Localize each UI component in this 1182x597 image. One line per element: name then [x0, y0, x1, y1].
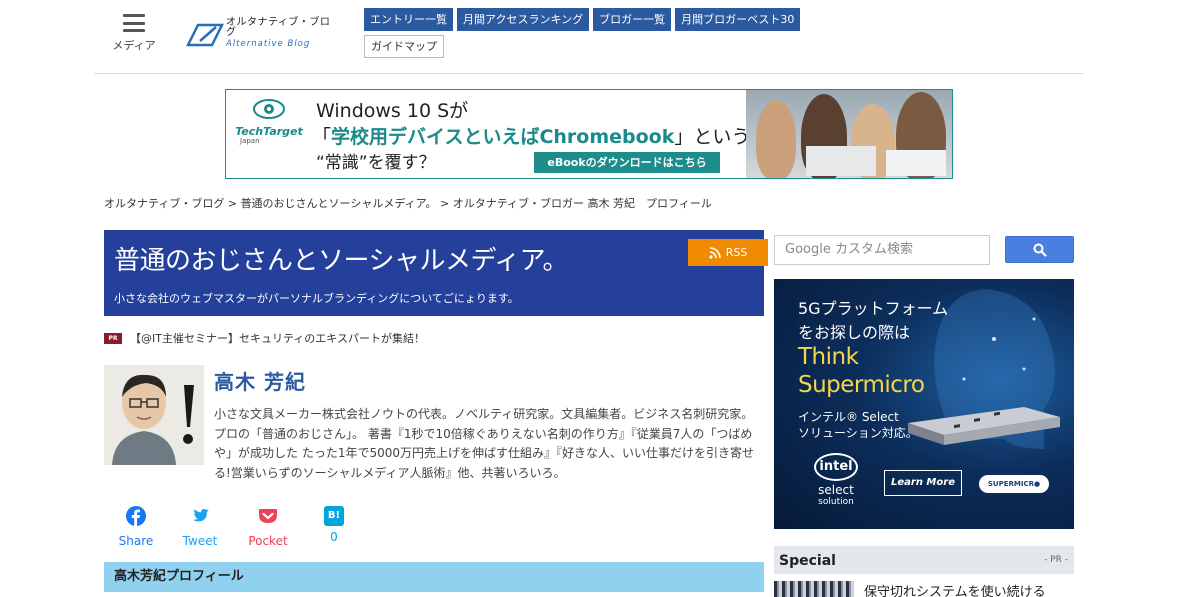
techtarget-name: TechTarget	[235, 125, 303, 138]
eye-icon	[253, 99, 285, 119]
special-thumbnail[interactable]	[774, 581, 854, 597]
facebook-share-button[interactable]: Share	[106, 506, 166, 548]
rss-button[interactable]: RSS	[688, 239, 768, 266]
facebook-icon	[126, 506, 146, 526]
blog-title[interactable]: 普通のおじさんとソーシャルメディア。	[114, 240, 569, 277]
hatena-count: 0	[330, 530, 338, 544]
search-icon	[1033, 243, 1047, 257]
nav-monthly-access-ranking[interactable]: 月間アクセスランキング	[457, 8, 590, 31]
breadcrumb-current: オルタナティブ・ブロガー 高木 芳紀 プロフィール	[452, 197, 712, 210]
banner-cta-button[interactable]: eBookのダウンロードはこちら	[534, 152, 720, 173]
twitter-icon	[193, 509, 209, 522]
nav-blogger-list[interactable]: ブロガー一覧	[593, 8, 672, 31]
ad-line1: 5Gプラットフォーム	[798, 299, 949, 318]
ad-think: Think Supermicro	[798, 343, 925, 399]
twitter-share-label: Tweet	[182, 534, 218, 548]
breadcrumb-blog[interactable]: 普通のおじさんとソーシャルメディア。	[241, 197, 437, 210]
banner-photo	[746, 90, 952, 178]
banner-line2-open: 「	[312, 126, 332, 148]
server-icon	[908, 407, 1060, 445]
blog-description: 小さな会社のウェブマスターがパーソナルブランディングについてごにょります。	[114, 292, 519, 305]
logo-icon	[186, 23, 224, 47]
banner-line2-highlight: 学校用デバイスといえばChromebook	[331, 126, 675, 148]
rss-label: RSS	[725, 246, 748, 259]
intel-logo: intel select solution	[810, 453, 862, 507]
banner-line2-close: 」という	[674, 126, 751, 148]
special-item-link[interactable]: 保守切れシステムを使い続ける	[864, 581, 1046, 597]
search-button[interactable]	[1005, 236, 1074, 263]
hatena-bookmark-button[interactable]: B! 0	[304, 506, 364, 544]
hatena-icon: B!	[324, 506, 344, 526]
techtarget-sub: Japan	[240, 137, 260, 145]
intel-select: select	[818, 483, 854, 497]
logo-text-ja: オルタナティブ・ブログ	[226, 16, 331, 38]
breadcrumb: オルタナティブ・ブログ > 普通のおじさんとソーシャルメディア。 > オルタナテ…	[104, 195, 712, 211]
author-avatar	[104, 365, 204, 465]
nav-entry-list[interactable]: エントリー一覧	[364, 8, 453, 31]
search-input[interactable]: Google カスタム検索	[774, 235, 990, 265]
media-menu-button[interactable]: メディア	[108, 14, 160, 53]
special-title: Special	[779, 553, 836, 569]
intel-solution: solution	[818, 497, 854, 507]
logo-text-en: Alternative Blog	[226, 38, 311, 49]
ad-line2: をお探しの際は	[798, 323, 911, 342]
supermicro-logo: SUPERMICR●	[979, 475, 1049, 493]
pr-line: PR 【@IT主催セミナー】セキュリティのエキスパートが集結！	[104, 330, 425, 346]
twitter-share-button[interactable]: Tweet	[170, 506, 230, 548]
pocket-icon	[259, 509, 277, 523]
pr-link[interactable]: 【@IT主催セミナー】セキュリティのエキスパートが集結！	[130, 330, 425, 346]
global-nav-row2: ガイドマップ	[364, 35, 444, 58]
intel-mark: intel	[814, 453, 858, 481]
sidebar-ad[interactable]: 5Gプラットフォーム をお探しの際は Think Supermicro インテル®…	[774, 279, 1074, 529]
banner-line3: “常識”を覆す？	[316, 153, 436, 173]
avatar-image	[104, 365, 204, 465]
ad-think-1: Think	[798, 344, 859, 370]
pr-badge: PR	[104, 332, 122, 344]
special-pr-label: - PR -	[1044, 555, 1068, 565]
facebook-share-label: Share	[118, 534, 154, 548]
breadcrumb-separator: >	[227, 197, 238, 210]
site-logo[interactable]: オルタナティブ・ブログ Alternative Blog	[186, 16, 336, 49]
author-bio: 小さな文具メーカー株式会社ノウトの代表。ノベルティ研究家。文具編集者。ビジネス名…	[214, 407, 754, 480]
breadcrumb-separator: >	[439, 197, 450, 210]
special-section-header: Special - PR -	[774, 546, 1074, 574]
blog-header: 普通のおじさんとソーシャルメディア。 小さな会社のウェブマスターがパーソナルブラ…	[104, 230, 768, 316]
pocket-share-label: Pocket	[248, 534, 288, 548]
ad-sub1: インテル® Select	[798, 410, 899, 424]
menu-label: メディア	[112, 39, 156, 52]
profile-section-heading: 高木芳紀プロフィール	[104, 562, 764, 592]
techtarget-logo: TechTarget Japan	[234, 98, 304, 145]
banner-line1: Windows 10 Sが	[316, 100, 469, 122]
header-divider	[94, 73, 1084, 74]
author-name: 高木 芳紀	[214, 370, 306, 394]
banner-line2: 「学校用デバイスといえばChromebook」という	[312, 122, 750, 149]
ad-think-2: Supermicro	[798, 372, 925, 398]
nav-monthly-blogger-best30[interactable]: 月間ブロガーベスト30	[675, 8, 801, 31]
pocket-share-button[interactable]: Pocket	[238, 506, 298, 548]
ad-sub2: ソリューション対応。	[798, 426, 918, 440]
global-nav: エントリー一覧 月間アクセスランキング ブロガー一覧 月間ブロガーベスト30	[364, 8, 801, 31]
breadcrumb-home[interactable]: オルタナティブ・ブログ	[104, 197, 224, 210]
nav-guide-map[interactable]: ガイドマップ	[364, 35, 444, 58]
hamburger-icon	[123, 14, 145, 32]
rss-icon	[709, 246, 721, 259]
banner-ad[interactable]: TechTarget Japan Windows 10 Sが 「学校用デバイスと…	[225, 89, 953, 179]
learn-more-button[interactable]: Learn More	[884, 470, 962, 496]
